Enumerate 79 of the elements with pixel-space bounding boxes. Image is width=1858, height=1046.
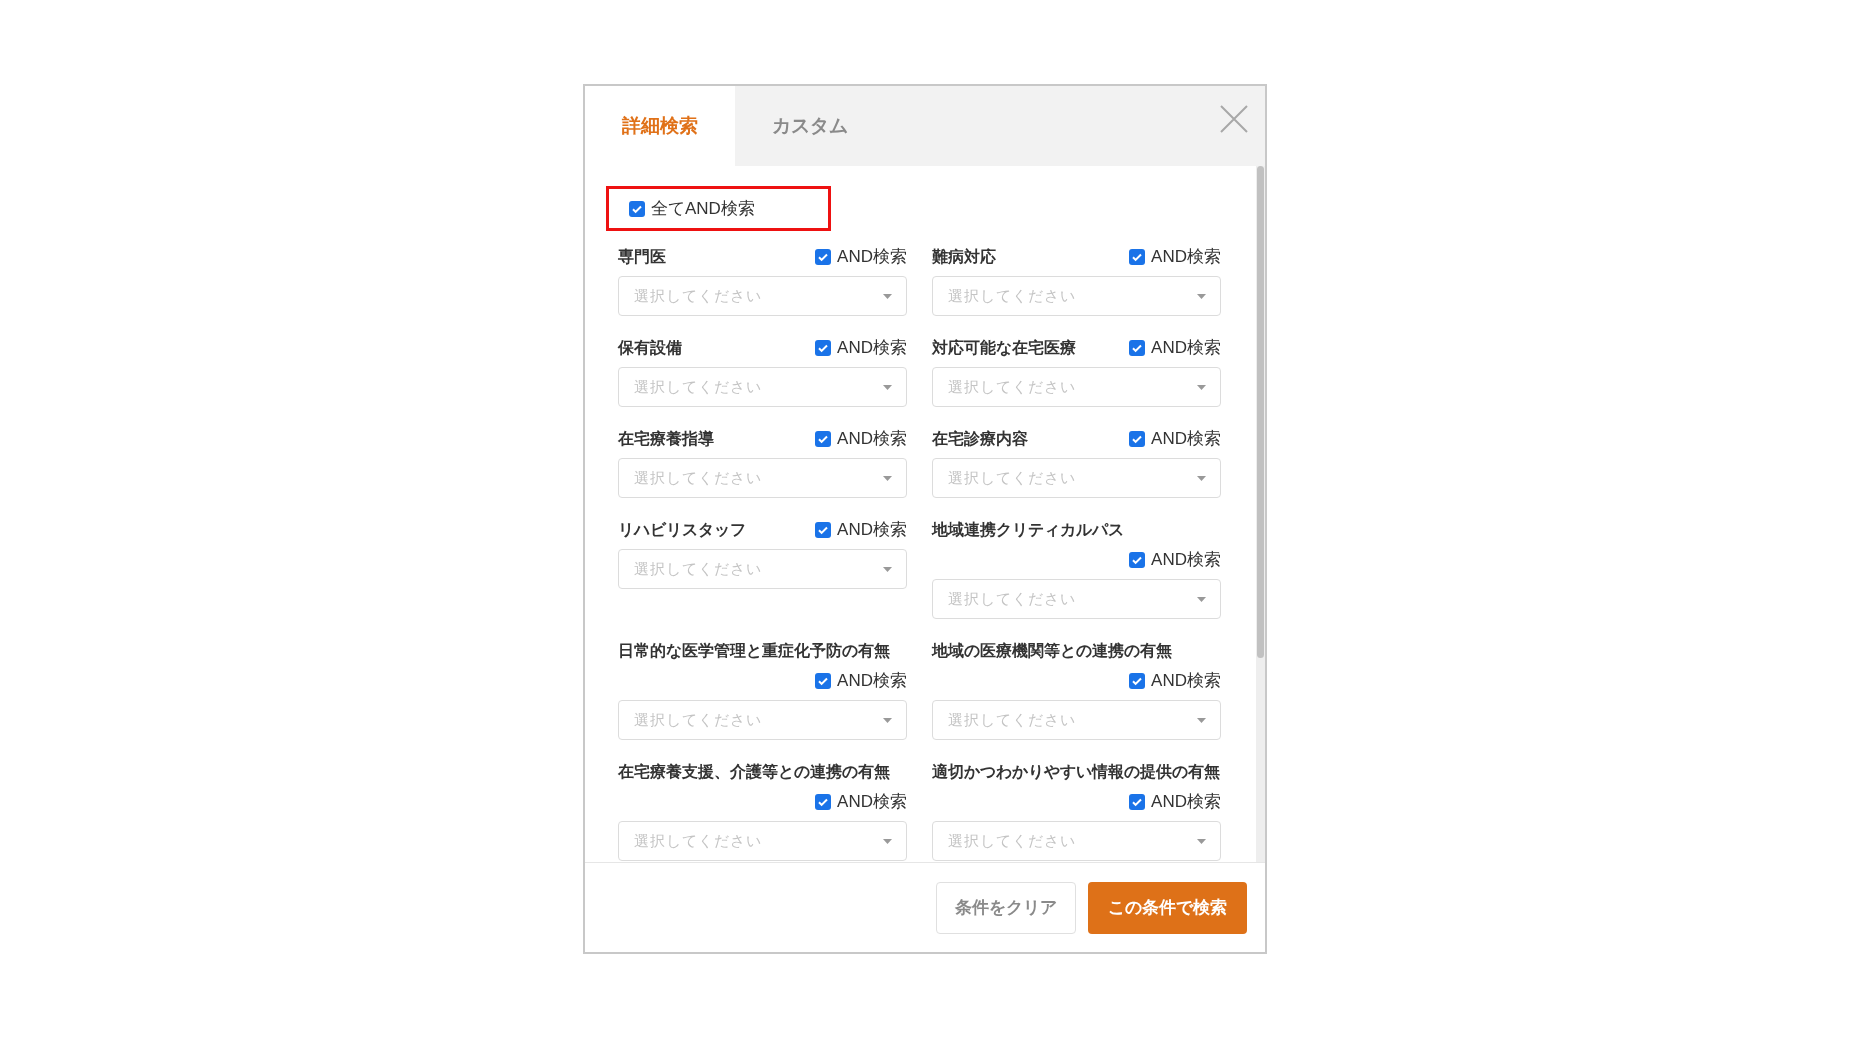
- select-placeholder: 選択してください: [634, 467, 762, 488]
- scrollbar-thumb[interactable]: [1257, 166, 1264, 658]
- checkbox[interactable]: [1129, 794, 1146, 810]
- checkbox-label: AND検索: [1151, 670, 1221, 692]
- select-dropdown[interactable]: 選択してください: [618, 458, 907, 498]
- select-placeholder: 選択してください: [634, 709, 762, 730]
- field-label: 在宅診療内容: [932, 429, 1028, 449]
- caret-icon: [883, 838, 892, 844]
- field-label: 地域連携クリティカルパス: [932, 520, 1124, 540]
- caret-icon: [883, 717, 892, 723]
- checkbox-label: AND検索: [1151, 428, 1221, 450]
- select-placeholder: 選択してください: [948, 285, 1076, 306]
- field-label: 地域の医療機関等との連携の有無: [932, 641, 1172, 661]
- checkbox[interactable]: [815, 673, 832, 689]
- tab[interactable]: 詳細検索: [585, 86, 735, 166]
- checkbox[interactable]: [1129, 552, 1146, 568]
- caret-icon: [1197, 475, 1206, 481]
- select-dropdown[interactable]: 選択してください: [618, 367, 907, 407]
- checkbox-label: AND検索: [837, 428, 907, 450]
- select-placeholder: 選択してください: [634, 558, 762, 579]
- checkbox[interactable]: [815, 431, 832, 447]
- field-label: 日常的な医学管理と重症化予防の有無: [618, 641, 890, 662]
- caret-icon: [883, 475, 892, 481]
- caret-icon: [1197, 293, 1206, 299]
- select-placeholder: 選択してください: [948, 588, 1076, 609]
- select-dropdown[interactable]: 選択してください: [618, 821, 907, 861]
- checkbox-label: AND検索: [1151, 246, 1221, 268]
- checkbox-label: AND検索: [837, 791, 907, 813]
- checkbox-label: AND検索: [1151, 549, 1221, 571]
- field-label: 適切かつわかりやすい情報の提供の有無: [932, 762, 1220, 782]
- select-placeholder: 選択してください: [634, 376, 762, 397]
- field-label: 対応可能な在宅医療: [932, 338, 1076, 359]
- close-icon: [1219, 104, 1249, 134]
- select-placeholder: 選択してください: [634, 830, 762, 851]
- select-dropdown[interactable]: 選択してください: [618, 700, 907, 740]
- select-dropdown[interactable]: 選択してください: [932, 579, 1221, 619]
- checkbox-label: AND検索: [1151, 337, 1221, 359]
- checkbox[interactable]: [1129, 673, 1146, 689]
- search-button[interactable]: この条件で検索: [1088, 881, 1247, 934]
- caret-icon: [1197, 717, 1206, 723]
- caret-icon: [1197, 838, 1206, 844]
- field-label: リハビリスタッフ: [618, 520, 746, 540]
- field-label: 保有設備: [618, 338, 682, 358]
- select-dropdown[interactable]: 選択してください: [932, 276, 1221, 316]
- checkbox-label: 全てAND検索: [651, 197, 755, 220]
- caret-icon: [883, 566, 892, 572]
- checkbox[interactable]: [815, 522, 832, 538]
- select-dropdown[interactable]: 選択してください: [932, 700, 1221, 740]
- select-dropdown[interactable]: 選択してください: [618, 276, 907, 316]
- select-placeholder: 選択してください: [948, 709, 1076, 730]
- checkbox[interactable]: [815, 794, 832, 810]
- caret-icon: [1197, 384, 1206, 390]
- field-label: 専門医: [618, 247, 666, 267]
- checkbox[interactable]: [815, 340, 832, 356]
- checkbox-label: AND検索: [837, 337, 907, 359]
- checkbox-label: AND検索: [837, 670, 907, 692]
- checkbox[interactable]: [815, 249, 832, 265]
- field-label: 在宅療養指導: [618, 429, 714, 449]
- select-placeholder: 選択してください: [948, 376, 1076, 397]
- field-label: 難病対応: [932, 247, 996, 267]
- select-placeholder: 選択してください: [948, 467, 1076, 488]
- select-placeholder: 選択してください: [948, 830, 1076, 851]
- clear-button[interactable]: 条件をクリア: [936, 881, 1076, 934]
- checkbox[interactable]: [1129, 249, 1146, 265]
- caret-icon: [883, 293, 892, 299]
- checkbox-label: AND検索: [837, 519, 907, 541]
- field-label: 在宅療養支援、介護等との連携の有無: [618, 762, 890, 782]
- caret-icon: [883, 384, 892, 390]
- caret-icon: [1197, 596, 1206, 602]
- checkbox[interactable]: [629, 200, 645, 217]
- select-dropdown[interactable]: 選択してください: [932, 367, 1221, 407]
- select-dropdown[interactable]: 選択してください: [932, 821, 1221, 861]
- checkbox[interactable]: [1129, 340, 1146, 356]
- select-dropdown[interactable]: 選択してください: [932, 458, 1221, 498]
- checkbox-label: AND検索: [1151, 791, 1221, 813]
- checkbox[interactable]: [1129, 431, 1146, 447]
- select-dropdown[interactable]: 選択してください: [618, 549, 907, 589]
- checkbox-label: AND検索: [837, 246, 907, 268]
- select-placeholder: 選択してください: [634, 285, 762, 306]
